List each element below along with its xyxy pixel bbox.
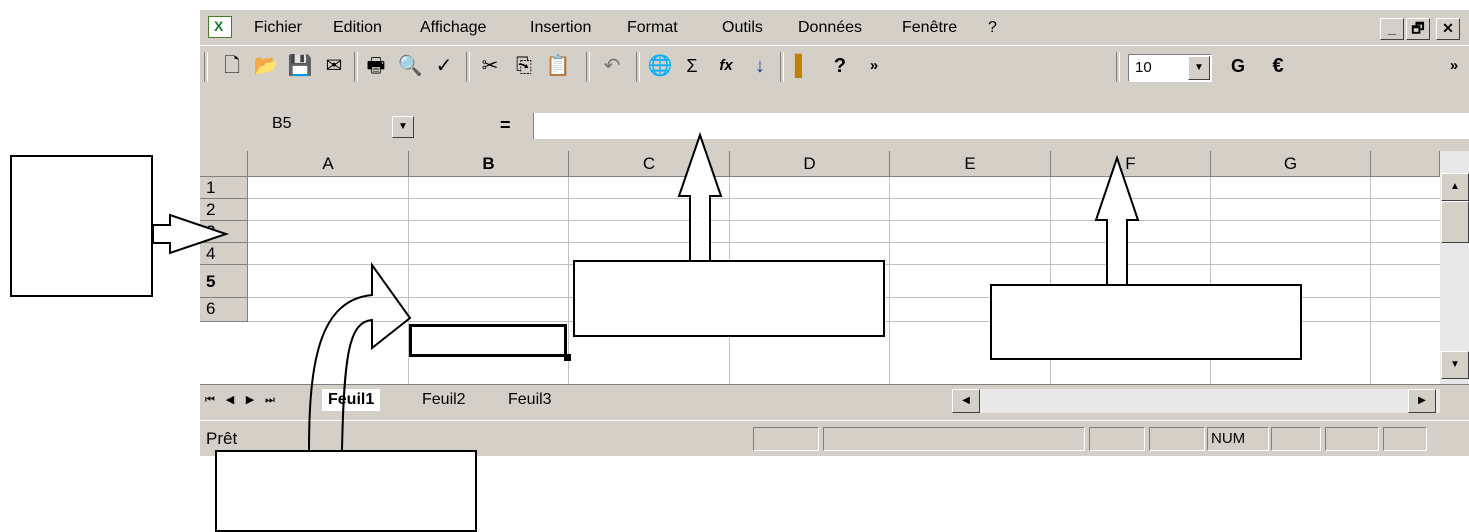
arrow-to-column-header [1094,154,1140,284]
arrow-to-row-headers [152,213,230,255]
annotation-arrows [152,131,1140,451]
arrow-to-formula-bar [677,131,723,260]
arrow-to-active-cell [308,261,412,451]
